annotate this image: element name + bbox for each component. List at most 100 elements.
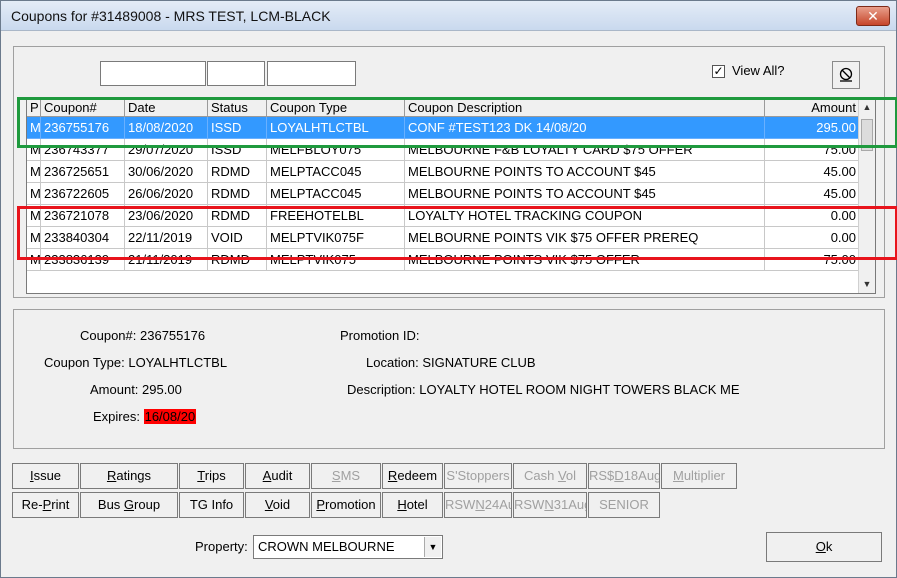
table-cell: 0.00 — [765, 205, 860, 227]
amount-detail: Amount: 295.00 — [90, 382, 182, 397]
action-button[interactable]: TG Info — [179, 492, 244, 518]
action-button[interactable]: Promotion — [311, 492, 381, 518]
table-cell: LOYALHTLCTBL — [267, 117, 405, 139]
action-button[interactable]: S'Stoppers — [444, 463, 512, 489]
table-cell: 75.00 — [765, 139, 860, 161]
table-cell: ISSD — [208, 139, 267, 161]
table-cell: 45.00 — [765, 183, 860, 205]
table-cell: RDMD — [208, 161, 267, 183]
promotion-id-detail: Promotion ID: — [340, 328, 420, 343]
action-button[interactable]: RSWN24Aug — [444, 492, 512, 518]
action-button[interactable]: Cash Vol — [513, 463, 587, 489]
column-header[interactable]: Date — [125, 99, 208, 117]
table-cell: 22/11/2019 — [125, 227, 208, 249]
table-cell: M — [27, 205, 41, 227]
scroll-down-icon[interactable]: ▼ — [859, 276, 875, 293]
column-header[interactable]: Coupon# — [41, 99, 125, 117]
ok-button[interactable]: Ok — [766, 532, 882, 562]
filter-status-input[interactable] — [267, 61, 356, 86]
action-button[interactable]: Issue — [12, 463, 79, 489]
window-title: Coupons for #31489008 - MRS TEST, LCM-BL… — [11, 8, 331, 24]
expires-value: 16/08/20 — [143, 409, 197, 424]
scroll-up-icon[interactable]: ▲ — [859, 99, 875, 116]
property-select[interactable]: CROWN MELBOURNE ▼ — [253, 535, 443, 559]
table-cell: 236722605 — [41, 183, 125, 205]
table-cell: 0.00 — [765, 227, 860, 249]
table-row[interactable]: M 236743377 29/07/2020 ISSD MELFBLOY075 MELBO… — [27, 139, 860, 161]
column-header[interactable]: Amount — [765, 99, 860, 117]
action-button[interactable]: Multiplier — [661, 463, 737, 489]
table-row[interactable]: M 236721078 23/06/2020 RDMD FREEHOTELBL LOYAL… — [27, 205, 860, 227]
coupon-type-detail: Coupon Type: LOYALHTLCTBL — [44, 355, 228, 370]
close-button[interactable]: ✕ — [856, 6, 890, 26]
table-cell: M — [27, 183, 41, 205]
table-cell: MELBOURNE POINTS VIK $75 OFFER PREREQ — [405, 227, 765, 249]
filter-date-input[interactable] — [207, 61, 265, 86]
clear-filter-button[interactable] — [832, 61, 860, 89]
table-cell: 233840304 — [41, 227, 125, 249]
view-all-checkbox[interactable]: ✓ — [712, 65, 725, 78]
action-button[interactable]: Void — [245, 492, 310, 518]
action-button[interactable]: Hotel — [382, 492, 443, 518]
filter-coupon-input[interactable] — [100, 61, 206, 86]
table-cell: MELPTACC045 — [267, 161, 405, 183]
scroll-thumb[interactable] — [861, 119, 873, 151]
table-cell: 45.00 — [765, 161, 860, 183]
coupon-details-panel: Coupon#: 236755176 Coupon Type: LOYALHTL… — [13, 309, 885, 449]
expires-detail: Expires: 16/08/20 — [93, 409, 197, 424]
table-cell: 21/11/2019 — [125, 249, 208, 271]
coupon-list-panel: ✓ View All? P Coupon# Date Status Coupon Typ… — [13, 46, 885, 298]
table-cell: FREEHOTELBL — [267, 205, 405, 227]
table-cell: M — [27, 161, 41, 183]
action-button[interactable]: Bus Group — [80, 492, 178, 518]
table-cell: MELBOURNE F&B LOYALTY CARD $75 OFFER — [405, 139, 765, 161]
table-row[interactable]: M 236722605 26/06/2020 RDMD MELPTACC045 MELBO… — [27, 183, 860, 205]
table-row[interactable]: M 236755176 18/08/2020 ISSD LOYALHTLCTBL CONF… — [27, 117, 860, 139]
table-cell: 295.00 — [765, 117, 860, 139]
table-cell: MELFBLOY075 — [267, 139, 405, 161]
grid-scrollbar[interactable]: ▲ ▼ — [858, 99, 875, 293]
table-cell: M — [27, 227, 41, 249]
table-cell: MELPTVIK075F — [267, 227, 405, 249]
table-cell: M — [27, 249, 41, 271]
column-header[interactable]: Coupon Type — [267, 99, 405, 117]
coupon-grid[interactable]: P Coupon# Date Status Coupon Type Coupon Desc… — [26, 98, 876, 294]
column-header[interactable]: P — [27, 99, 41, 117]
action-button[interactable]: Redeem — [382, 463, 443, 489]
table-cell: MELBOURNE POINTS TO ACCOUNT $45 — [405, 183, 765, 205]
table-cell: RDMD — [208, 183, 267, 205]
column-header[interactable]: Coupon Description — [405, 99, 765, 117]
footer-bar: Property: CROWN MELBOURNE ▼ Ok — [1, 527, 896, 577]
table-cell: 233836139 — [41, 249, 125, 271]
location-detail: Location: SIGNATURE CLUB — [366, 355, 536, 370]
table-cell: CONF #TEST123 DK 14/08/20 — [405, 117, 765, 139]
action-button[interactable]: Audit — [245, 463, 310, 489]
title-bar: Coupons for #31489008 - MRS TEST, LCM-BL… — [1, 1, 896, 31]
action-button[interactable]: RSWN31Aug — [513, 492, 587, 518]
table-row[interactable]: M 233836139 21/11/2019 RDMD MELPTVIK075 MELBO… — [27, 249, 860, 271]
table-cell: MELPTVIK075 — [267, 249, 405, 271]
grid-header-row: P Coupon# Date Status Coupon Type Coupon Desc… — [27, 99, 860, 117]
table-row[interactable]: M 236725651 30/06/2020 RDMD MELPTACC045 MELBO… — [27, 161, 860, 183]
view-all-label: View All? — [732, 63, 785, 78]
action-button[interactable]: SMS — [311, 463, 381, 489]
table-cell: LOYALTY HOTEL TRACKING COUPON — [405, 205, 765, 227]
action-button[interactable]: Ratings — [80, 463, 178, 489]
action-button[interactable]: RS$D18Aug — [588, 463, 660, 489]
table-cell: M — [27, 117, 41, 139]
table-cell: 26/06/2020 — [125, 183, 208, 205]
action-button[interactable]: Re-Print — [12, 492, 79, 518]
description-detail: Description: LOYALTY HOTEL ROOM NIGHT TO… — [347, 382, 740, 397]
table-row[interactable]: M 233840304 22/11/2019 VOID MELPTVIK075F MELB… — [27, 227, 860, 249]
table-cell: ISSD — [208, 117, 267, 139]
table-cell: 75.00 — [765, 249, 860, 271]
eraser-icon — [839, 67, 853, 82]
table-cell: MELBOURNE POINTS VIK $75 OFFER — [405, 249, 765, 271]
table-cell: VOID — [208, 227, 267, 249]
column-header[interactable]: Status — [208, 99, 267, 117]
action-button[interactable]: Trips — [179, 463, 244, 489]
table-cell: 18/08/2020 — [125, 117, 208, 139]
action-button[interactable]: SENIOR — [588, 492, 660, 518]
chevron-down-icon[interactable]: ▼ — [424, 537, 441, 557]
property-value: CROWN MELBOURNE — [258, 539, 395, 554]
